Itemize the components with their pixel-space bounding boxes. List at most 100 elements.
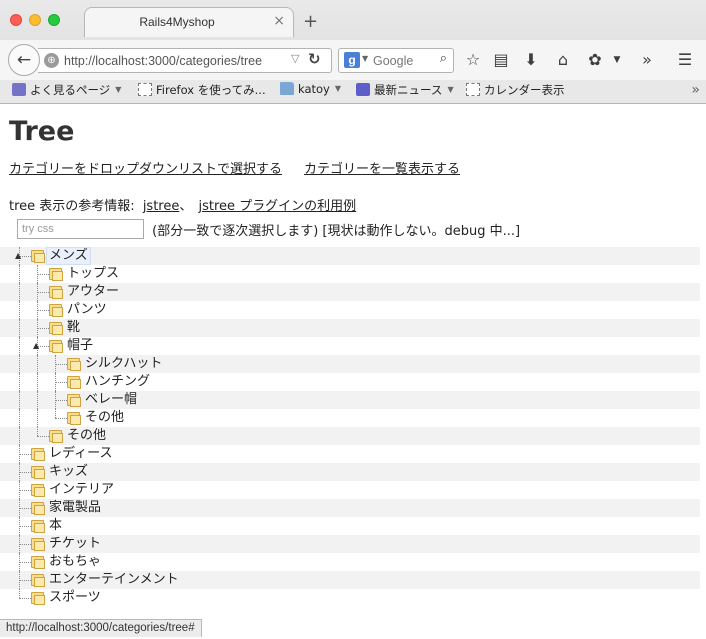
tree-guide-line: [37, 391, 38, 409]
tree-node-label[interactable]: その他: [83, 410, 126, 426]
tree-node-label[interactable]: 家電製品: [47, 500, 103, 516]
tree-node-label[interactable]: ベレー帽: [83, 392, 139, 408]
tree-node-label[interactable]: ハンチング: [83, 374, 152, 390]
dropdown-select-link[interactable]: カテゴリーをドロップダウンリストで選択する: [9, 162, 282, 177]
tree-node-label[interactable]: 本: [47, 518, 64, 534]
window-maximize-button[interactable]: [48, 14, 60, 26]
tree-guide-line: [19, 490, 31, 491]
search-note: (部分一致で逐次選択します) [現状は動作しない。debug 中...]: [152, 223, 521, 239]
navigation-toolbar: ⊕ http://localhost:3000/categories/tree …: [0, 40, 706, 80]
folder-icon-front: [70, 361, 81, 371]
jstree-link[interactable]: jstree: [143, 199, 180, 214]
engine-dropdown-icon[interactable]: ▼: [362, 54, 368, 63]
tree-guide-line: [55, 382, 67, 383]
google-engine-icon[interactable]: g: [344, 52, 360, 68]
tree-node-label[interactable]: 帽子: [65, 338, 95, 354]
tree-node-label[interactable]: トップス: [65, 266, 121, 282]
tree-node-label[interactable]: レディース: [47, 446, 114, 462]
browser-tab[interactable]: Rails4Myshop ×: [84, 7, 294, 37]
folder-icon: [31, 591, 46, 605]
search-placeholder[interactable]: Google: [373, 54, 413, 68]
tree-node[interactable]: キッズ: [0, 463, 700, 481]
tree-node[interactable]: トップス: [0, 265, 700, 283]
tree-node-label[interactable]: シルクハット: [83, 356, 164, 372]
url-text[interactable]: http://localhost:3000/categories/tree: [64, 54, 262, 68]
tree-node-label[interactable]: パンツ: [65, 302, 109, 318]
window-minimize-button[interactable]: [29, 14, 41, 26]
tree-toggle-icon[interactable]: ▲: [15, 251, 21, 261]
bookmark-latest-news[interactable]: 最新ニュース ▼: [356, 82, 454, 98]
tree-node-label[interactable]: おもちゃ: [47, 554, 103, 570]
tree-node[interactable]: ▲ 帽子: [0, 337, 700, 355]
tree-node[interactable]: エンターテインメント: [0, 571, 700, 589]
reading-list-icon[interactable]: ▤: [490, 50, 512, 70]
search-bar[interactable]: g ▼ Google ⌕: [338, 48, 454, 73]
menu-icon[interactable]: ☰: [674, 50, 696, 70]
tree-guide-line: [19, 373, 20, 391]
tree-node-label[interactable]: エンターテインメント: [47, 572, 181, 588]
download-icon[interactable]: ⬇: [520, 50, 542, 70]
category-list-link[interactable]: カテゴリーを一覧表示する: [304, 162, 460, 177]
url-dropdown-icon[interactable]: ▽: [291, 52, 299, 65]
tree-node[interactable]: その他: [0, 409, 700, 427]
page-content: Tree カテゴリーをドロップダウンリストで選択する カテゴリーを一覧表示する t…: [0, 104, 706, 639]
url-bar[interactable]: ⊕ http://localhost:3000/categories/tree …: [38, 48, 332, 73]
tree-node[interactable]: インテリア: [0, 481, 700, 499]
tree-node-label[interactable]: その他: [65, 428, 108, 444]
tree-node[interactable]: スポーツ: [0, 589, 700, 607]
tree-node-label[interactable]: 靴: [65, 320, 82, 336]
tree-node-label[interactable]: スポーツ: [47, 590, 103, 606]
tree-guide-line: [19, 301, 20, 319]
bookmark-firefox-start[interactable]: Firefox を使ってみ...: [138, 82, 266, 98]
tree-toggle-icon[interactable]: ▲: [33, 341, 39, 351]
bookmark-calendar[interactable]: カレンダー表示: [466, 82, 565, 98]
tree-node[interactable]: パンツ: [0, 301, 700, 319]
tree-node[interactable]: レディース: [0, 445, 700, 463]
bookmarks-overflow-icon[interactable]: »: [691, 82, 700, 98]
tree-node[interactable]: ▲ メンズ: [0, 247, 700, 265]
folder-icon-front: [52, 433, 63, 443]
tree-node-label[interactable]: インテリア: [47, 482, 116, 498]
window-close-button[interactable]: [10, 14, 22, 26]
bookmark-label: よく見るページ: [30, 83, 111, 97]
jstree-plugin-link[interactable]: jstree プラグインの利用例: [199, 199, 357, 214]
tree-node[interactable]: 本: [0, 517, 700, 535]
addon-icon[interactable]: ✿: [584, 50, 606, 70]
star-icon[interactable]: ☆: [462, 50, 484, 70]
chevron-down-icon: ▼: [115, 85, 122, 94]
folder-icon-front: [70, 415, 81, 425]
tree-node[interactable]: その他: [0, 427, 700, 445]
tree-search-input[interactable]: [17, 219, 144, 239]
tree-node[interactable]: ベレー帽: [0, 391, 700, 409]
tree-node[interactable]: シルクハット: [0, 355, 700, 373]
tree-node[interactable]: 家電製品: [0, 499, 700, 517]
tree-node[interactable]: チケット: [0, 535, 700, 553]
bookmark-folder-katoy[interactable]: katoy ▼: [280, 82, 341, 96]
reload-icon[interactable]: ↻: [308, 50, 321, 68]
tree-node[interactable]: おもちゃ: [0, 553, 700, 571]
tree-guide-line: [37, 373, 38, 391]
tree-node-label[interactable]: アウター: [65, 284, 121, 300]
folder-icon: [31, 573, 46, 587]
overflow-icon[interactable]: »: [636, 50, 658, 70]
folder-icon: [49, 285, 64, 299]
tree-node[interactable]: 靴: [0, 319, 700, 337]
tree-node[interactable]: ハンチング: [0, 373, 700, 391]
addon-dropdown-icon[interactable]: ▼: [606, 50, 628, 70]
tab-close-icon[interactable]: ×: [273, 13, 285, 29]
new-tab-button[interactable]: +: [303, 13, 318, 31]
folder-icon-front: [34, 253, 45, 263]
search-icon[interactable]: ⌕: [440, 51, 447, 66]
folder-icon-front: [34, 541, 45, 551]
reference-separator: 、: [179, 199, 193, 214]
tree-node-label[interactable]: メンズ: [46, 247, 91, 265]
tree-node[interactable]: アウター: [0, 283, 700, 301]
back-button[interactable]: ←: [8, 44, 40, 76]
tree-node-label[interactable]: チケット: [47, 536, 103, 552]
tree-guide-line: [19, 598, 31, 599]
home-icon[interactable]: ⌂: [552, 50, 574, 70]
folder-icon-front: [34, 559, 45, 569]
tab-title: Rails4Myshop: [139, 15, 215, 29]
bookmark-most-visited[interactable]: よく見るページ ▼: [12, 82, 121, 98]
tree-node-label[interactable]: キッズ: [47, 464, 90, 480]
